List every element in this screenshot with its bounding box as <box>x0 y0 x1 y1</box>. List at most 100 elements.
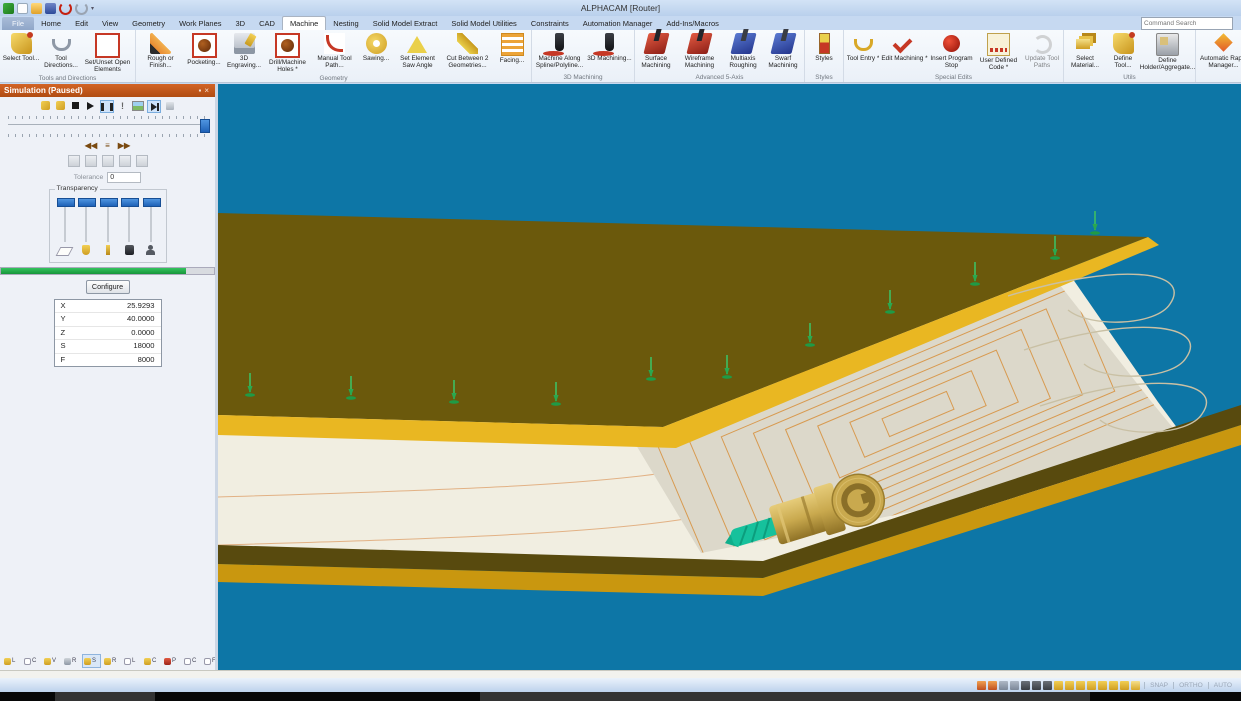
sim-play-icon[interactable] <box>85 100 97 111</box>
ribbon-item-machine-spline[interactable]: Machine Along Spline/Polyline... <box>533 31 586 73</box>
sim-options-icon[interactable] <box>164 100 176 111</box>
tab-solid-model-utilities[interactable]: Solid Model Utilities <box>444 17 523 30</box>
toggle-c2[interactable]: C <box>142 654 161 668</box>
ribbon-item-rough-finish[interactable]: Rough or Finish... <box>137 31 184 74</box>
ribbon-item-3d-machining[interactable]: 3D Machining... <box>586 31 633 73</box>
ribbon-item-drill-holes[interactable]: Drill/Machine Holes * <box>264 31 311 74</box>
axis-xy-icon[interactable] <box>1021 681 1030 690</box>
sim-warning-icon[interactable]: ! <box>117 100 129 111</box>
skip-back-icon[interactable]: ◀◀ <box>85 141 97 150</box>
ribbon-item-select-material[interactable]: Select Material... <box>1065 31 1105 73</box>
ribbon-item-manual-tool-path[interactable]: Manual Tool Path... <box>311 31 358 74</box>
ribbon-item-cut-between[interactable]: Cut Between 2 Geometries... <box>441 31 494 74</box>
tab-cad[interactable]: CAD <box>252 17 282 30</box>
timeline-handle[interactable] <box>200 119 210 133</box>
playlist-icon[interactable]: ≡ <box>105 141 110 150</box>
ribbon-item-program-stop[interactable]: Insert Program Stop <box>928 31 975 73</box>
operator-transparency-slider[interactable] <box>142 198 160 256</box>
toggle-l2[interactable]: L <box>122 654 141 668</box>
view-side-icon[interactable] <box>1076 681 1085 690</box>
view-down-icon[interactable] <box>1120 681 1129 690</box>
ribbon-item-pocketing[interactable]: Pocketing... <box>184 31 224 74</box>
skip-forward-icon[interactable]: ▶▶ <box>118 141 130 150</box>
chuck-transparency-slider[interactable] <box>120 198 138 256</box>
axis-iso-icon[interactable] <box>1032 681 1041 690</box>
tab-nesting[interactable]: Nesting <box>326 17 365 30</box>
toggle-l1[interactable]: L <box>2 654 21 668</box>
ribbon-item-tool-directions[interactable]: Tool Directions... <box>41 31 81 74</box>
toggle-s[interactable]: S <box>82 654 101 668</box>
sim-run-to-end-icon[interactable] <box>40 100 52 111</box>
tab-geometry[interactable]: Geometry <box>125 17 172 30</box>
sim-extra-icon-3[interactable] <box>102 155 114 167</box>
toggle-r1[interactable]: R <box>62 654 81 668</box>
axis-z-icon[interactable] <box>1043 681 1052 690</box>
close-icon[interactable]: × <box>204 86 212 95</box>
tab-view[interactable]: View <box>95 17 125 30</box>
ortho-toggle[interactable]: ORTHO <box>1173 682 1208 689</box>
view-top-icon[interactable] <box>1054 681 1063 690</box>
tab-work-planes[interactable]: Work Planes <box>172 17 228 30</box>
sim-extra-icon-1[interactable] <box>68 155 80 167</box>
tolerance-label: Tolerance <box>74 174 103 181</box>
pan-icon[interactable] <box>999 681 1008 690</box>
toggle-r2[interactable]: R <box>102 654 121 668</box>
ribbon-item-edit-machining[interactable]: Edit Machining * <box>881 31 928 73</box>
view-box-icon[interactable] <box>1131 681 1140 690</box>
tab-3d[interactable]: 3D <box>229 17 253 30</box>
toggle-c3[interactable]: C <box>182 654 201 668</box>
view-front-icon[interactable] <box>1065 681 1074 690</box>
sim-run-fast-icon[interactable] <box>55 100 67 111</box>
configure-button[interactable]: Configure <box>86 280 130 294</box>
ribbon-item-3d-engraving[interactable]: 3D Engraving... <box>224 31 264 74</box>
ribbon-item-styles[interactable]: Styles <box>806 31 842 73</box>
command-search-input[interactable] <box>1141 17 1233 30</box>
ribbon-item-define-holder[interactable]: Define Holder/Aggregate... <box>1141 31 1194 73</box>
rotate-view-icon[interactable] <box>1010 681 1019 690</box>
ribbon-item-open-elements[interactable]: Set/Unset Open Elements <box>81 31 134 74</box>
toggle-c1[interactable]: C <box>22 654 41 668</box>
ribbon-item-tool-entry[interactable]: Tool Entry * <box>845 31 881 73</box>
tab-constraints[interactable]: Constraints <box>524 17 576 30</box>
tolerance-input[interactable] <box>107 172 141 183</box>
ribbon-item-wireframe-machining[interactable]: Wireframe Machining <box>676 31 723 73</box>
ribbon-item-multiaxis-roughing[interactable]: Multiaxis Roughing <box>723 31 763 73</box>
sim-pause-icon[interactable] <box>100 100 114 113</box>
viewport-3d[interactable] <box>218 84 1241 670</box>
view-iso2-icon[interactable] <box>1098 681 1107 690</box>
tab-file[interactable]: File <box>2 17 34 30</box>
ribbon-item-saw-angle[interactable]: Set Element Saw Angle <box>394 31 441 74</box>
ribbon-item-surface-machining[interactable]: Surface Machining <box>636 31 676 73</box>
material-transparency-slider[interactable] <box>56 198 74 256</box>
tab-automation-manager[interactable]: Automation Manager <box>576 17 660 30</box>
sim-extra-icon-4[interactable] <box>119 155 131 167</box>
tab-addins-macros[interactable]: Add-Ins/Macros <box>659 17 726 30</box>
holder-transparency-slider[interactable] <box>77 198 95 256</box>
sim-snapshot-icon[interactable] <box>132 100 144 111</box>
toggle-p[interactable]: P <box>162 654 181 668</box>
ribbon-item-define-tool[interactable]: Define Tool... <box>1105 31 1141 73</box>
simulation-timeline-slider[interactable] <box>4 119 211 131</box>
ribbon-item-swarf-machining[interactable]: Swarf Machining <box>763 31 803 73</box>
ribbon-item-facing[interactable]: Facing... <box>494 31 530 74</box>
view-iso1-icon[interactable] <box>1087 681 1096 690</box>
zoom-window-icon[interactable] <box>988 681 997 690</box>
ribbon-item-sawing[interactable]: Sawing... <box>358 31 394 74</box>
sim-extra-icon-2[interactable] <box>85 155 97 167</box>
ribbon-item-select-tool[interactable]: Select Tool... <box>1 31 41 74</box>
ribbon-item-rapid-manager[interactable]: Automatic Rapid Manager... <box>1197 31 1241 73</box>
sim-stop-icon[interactable] <box>70 100 82 111</box>
view-iso3-icon[interactable] <box>1109 681 1118 690</box>
zoom-all-icon[interactable] <box>977 681 986 690</box>
tab-home[interactable]: Home <box>34 17 68 30</box>
ribbon-item-user-code[interactable]: User Defined Code * <box>975 31 1022 73</box>
tool-transparency-slider[interactable] <box>99 198 117 256</box>
snap-toggle[interactable]: SNAP <box>1144 682 1173 689</box>
sim-extra-icon-5[interactable] <box>136 155 148 167</box>
auto-toggle[interactable]: AUTO <box>1208 682 1237 689</box>
toggle-v[interactable]: V <box>42 654 61 668</box>
tab-machine[interactable]: Machine <box>282 16 326 30</box>
tab-edit[interactable]: Edit <box>68 17 95 30</box>
tab-solid-model-extract[interactable]: Solid Model Extract <box>366 17 445 30</box>
sim-step-icon[interactable] <box>147 100 161 113</box>
